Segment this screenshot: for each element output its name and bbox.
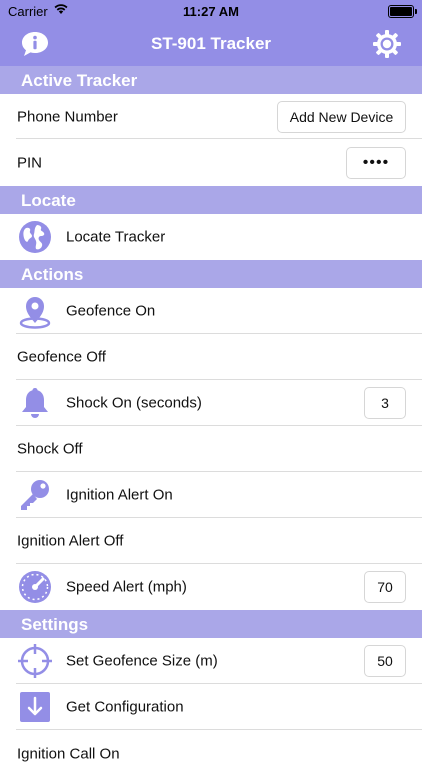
geofence-size-label: Set Geofence Size (m): [66, 652, 218, 670]
section-title: Locate: [21, 191, 76, 210]
download-icon: [20, 692, 50, 722]
section-title: Actions: [21, 265, 84, 284]
pin-field[interactable]: ••••: [346, 146, 406, 179]
section-title: Settings: [21, 615, 89, 634]
shock-on-row[interactable]: Shock On (seconds) 3: [0, 380, 422, 426]
ignition-alert-off-row[interactable]: Ignition Alert Off: [0, 518, 422, 564]
shock-on-label: Shock On (seconds): [66, 394, 202, 412]
speed-alert-row[interactable]: Speed Alert (mph) 70: [0, 564, 422, 610]
status-bar: Carrier 11:27 AM: [0, 0, 422, 22]
geofence-off-label: Geofence Off: [17, 348, 106, 366]
clock: 11:27 AM: [183, 4, 239, 19]
section-header-active-tracker: Active Tracker: [0, 66, 422, 94]
shock-seconds-field[interactable]: 3: [364, 387, 406, 419]
map-pin-icon: [19, 297, 51, 329]
ignition-call-on-row[interactable]: Ignition Call On: [0, 730, 422, 776]
pin-label: PIN: [17, 154, 43, 171]
section-header-settings: Settings: [0, 610, 422, 638]
gear-icon[interactable]: [372, 29, 402, 59]
shock-off-row[interactable]: Shock Off: [0, 426, 422, 472]
section-title: Active Tracker: [21, 71, 138, 90]
ignition-alert-off-label: Ignition Alert Off: [17, 532, 124, 550]
section-header-actions: Actions: [0, 260, 422, 288]
page-title: ST-901 Tracker: [150, 34, 272, 53]
shock-off-label: Shock Off: [17, 440, 83, 458]
ignition-call-on-label: Ignition Call On: [17, 745, 120, 763]
key-icon: [21, 480, 49, 510]
locate-tracker-label: Locate Tracker: [66, 228, 166, 246]
battery-icon: [388, 5, 417, 18]
geofence-on-row[interactable]: Geofence On: [0, 288, 422, 334]
speedometer-icon: [19, 571, 51, 603]
locate-tracker-row[interactable]: Locate Tracker: [0, 214, 422, 260]
bell-icon: [22, 388, 48, 418]
geofence-off-row[interactable]: Geofence Off: [0, 334, 422, 380]
add-new-device-button[interactable]: Add New Device: [277, 100, 406, 133]
speed-alert-field[interactable]: 70: [364, 571, 406, 603]
pin-row: PIN ••••: [0, 139, 422, 186]
ignition-alert-on-row[interactable]: Ignition Alert On: [0, 472, 422, 518]
geofence-on-label: Geofence On: [66, 302, 156, 320]
geofence-size-field[interactable]: 50: [364, 645, 406, 677]
phone-number-label: Phone Number: [17, 108, 118, 125]
globe-icon: [19, 221, 51, 253]
get-configuration-label: Get Configuration: [66, 698, 184, 716]
phone-number-row: Phone Number Add New Device: [0, 94, 422, 139]
nav-bar: ST-901 Tracker: [0, 22, 422, 66]
geofence-size-row[interactable]: Set Geofence Size (m) 50: [0, 638, 422, 684]
ignition-alert-on-label: Ignition Alert On: [66, 486, 173, 504]
speed-alert-label: Speed Alert (mph): [66, 578, 187, 596]
section-header-locate: Locate: [0, 186, 422, 214]
crosshair-icon: [18, 644, 52, 678]
get-configuration-row[interactable]: Get Configuration: [0, 684, 422, 730]
